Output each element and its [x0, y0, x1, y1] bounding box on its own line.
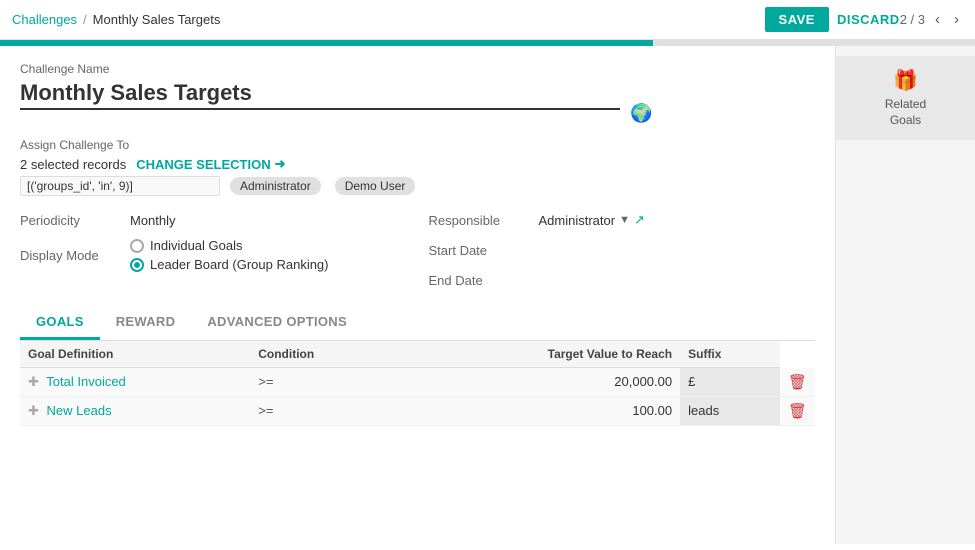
display-mode-label: Display Mode [20, 248, 120, 263]
radio-leader-board[interactable]: Leader Board (Group Ranking) [130, 257, 329, 272]
progress-bar-fill [0, 40, 653, 46]
drag-handle-icon[interactable]: ✚ [28, 403, 39, 418]
breadcrumb-separator: / [83, 12, 87, 27]
arrow-right-icon: ➜ [275, 156, 286, 172]
prev-record-button[interactable]: ‹ [931, 9, 944, 30]
next-record-button[interactable]: › [950, 9, 963, 30]
goal-definition-cell: ✚ New Leads [20, 396, 250, 425]
record-position: 2 / 3 [900, 12, 925, 27]
table-row: ✚ Total Invoiced >= 20,000.00 £ 🗑 [20, 368, 815, 397]
breadcrumb-current: Monthly Sales Targets [93, 12, 221, 27]
condition-cell: >= [250, 368, 396, 397]
col-suffix: Suffix [680, 341, 780, 368]
right-fields: Responsible Administrator ▼ ↗ Start Date… [429, 208, 645, 292]
goal-link[interactable]: New Leads [47, 403, 112, 418]
responsible-value: Administrator [539, 213, 616, 228]
col-goal-definition: Goal Definition [20, 341, 250, 368]
condition-cell: >= [250, 396, 396, 425]
content-area: Challenge Name 🌍 Assign Challenge To 2 s… [0, 46, 975, 544]
left-fields: Periodicity Monthly Display Mode Individ… [20, 208, 329, 292]
goal-definition-cell: ✚ Total Invoiced [20, 368, 250, 397]
delete-cell: 🗑 [780, 396, 815, 425]
external-link-icon[interactable]: ↗ [634, 212, 645, 228]
delete-cell: 🗑 [780, 368, 815, 397]
radio-circle-individual [130, 239, 144, 253]
periodicity-label: Periodicity [20, 213, 120, 228]
breadcrumb-parent[interactable]: Challenges [12, 12, 77, 27]
periodicity-row: Periodicity Monthly [20, 208, 329, 232]
suffix-cell: £ [680, 368, 780, 397]
badge-demo-user: Demo User [335, 177, 416, 195]
related-goals-button[interactable]: 🎁 RelatedGoals [836, 56, 975, 140]
assign-row: 2 selected records CHANGE SELECTION ➜ [20, 156, 815, 172]
start-date-row: Start Date [429, 238, 645, 262]
tab-goals[interactable]: GOALS [20, 306, 100, 340]
suffix-cell: leads [680, 396, 780, 425]
badge-administrator: Administrator [230, 177, 321, 195]
save-button[interactable]: SAVE [765, 7, 829, 32]
radio-circle-leader-board [130, 258, 144, 272]
radio-individual-goals[interactable]: Individual Goals [130, 238, 329, 253]
dropdown-arrow-icon: ▼ [619, 214, 630, 226]
target-value-cell: 20,000.00 [396, 368, 680, 397]
main-form: Challenge Name 🌍 Assign Challenge To 2 s… [0, 46, 835, 544]
tab-advanced-options[interactable]: ADVANCED OPTIONS [191, 306, 363, 340]
drag-handle-icon[interactable]: ✚ [28, 374, 39, 389]
delete-icon[interactable]: 🗑 [788, 403, 807, 420]
goals-table: Goal Definition Condition Target Value t… [20, 341, 815, 426]
col-condition: Condition [250, 341, 396, 368]
end-date-label: End Date [429, 273, 529, 288]
tab-reward[interactable]: REWARD [100, 306, 192, 340]
goal-link[interactable]: Total Invoiced [46, 374, 126, 389]
top-bar: Challenges / Monthly Sales Targets SAVE … [0, 0, 975, 40]
progress-bar [0, 40, 975, 46]
tabs-bar: GOALS REWARD ADVANCED OPTIONS [20, 306, 815, 341]
name-row: 🌍 [20, 78, 815, 124]
discard-button[interactable]: DISCARD [837, 12, 900, 27]
breadcrumb: Challenges / Monthly Sales Targets [12, 12, 765, 27]
col-target-value: Target Value to Reach [396, 341, 680, 368]
responsible-label: Responsible [429, 213, 529, 228]
fields-row: Periodicity Monthly Display Mode Individ… [20, 208, 815, 292]
display-mode-radio-group: Individual Goals Leader Board (Group Ran… [130, 238, 329, 272]
change-selection-label: CHANGE SELECTION [136, 157, 270, 172]
responsible-row: Responsible Administrator ▼ ↗ [429, 208, 645, 232]
start-date-label: Start Date [429, 243, 529, 258]
assign-label: Assign Challenge To [20, 138, 815, 152]
record-nav: 2 / 3 ‹ › [900, 9, 963, 30]
challenge-name-input[interactable] [20, 78, 620, 110]
end-date-row: End Date [429, 268, 645, 292]
related-goals-label: RelatedGoals [885, 97, 926, 128]
change-selection-button[interactable]: CHANGE SELECTION ➜ [136, 156, 285, 172]
globe-icon: 🌍 [630, 103, 652, 124]
selected-records-count: 2 selected records [20, 157, 126, 172]
table-row: ✚ New Leads >= 100.00 leads 🗑 [20, 396, 815, 425]
display-mode-row: Display Mode Individual Goals Leader Boa… [20, 238, 329, 272]
responsible-dropdown[interactable]: Administrator ▼ ↗ [539, 212, 645, 228]
assign-challenge-section: Assign Challenge To 2 selected records C… [20, 138, 815, 196]
domain-row: [('groups_id', 'in', 9)] Administrator D… [20, 176, 815, 196]
challenge-name-label: Challenge Name [20, 62, 815, 76]
domain-text: [('groups_id', 'in', 9)] [20, 176, 220, 196]
delete-icon[interactable]: 🗑 [788, 374, 807, 391]
gift-icon: 🎁 [893, 68, 918, 93]
target-value-cell: 100.00 [396, 396, 680, 425]
top-actions: SAVE DISCARD [765, 7, 900, 32]
radio-label-leader-board: Leader Board (Group Ranking) [150, 257, 329, 272]
right-sidebar: 🎁 RelatedGoals [835, 46, 975, 544]
radio-label-individual: Individual Goals [150, 238, 243, 253]
periodicity-value: Monthly [130, 213, 176, 228]
